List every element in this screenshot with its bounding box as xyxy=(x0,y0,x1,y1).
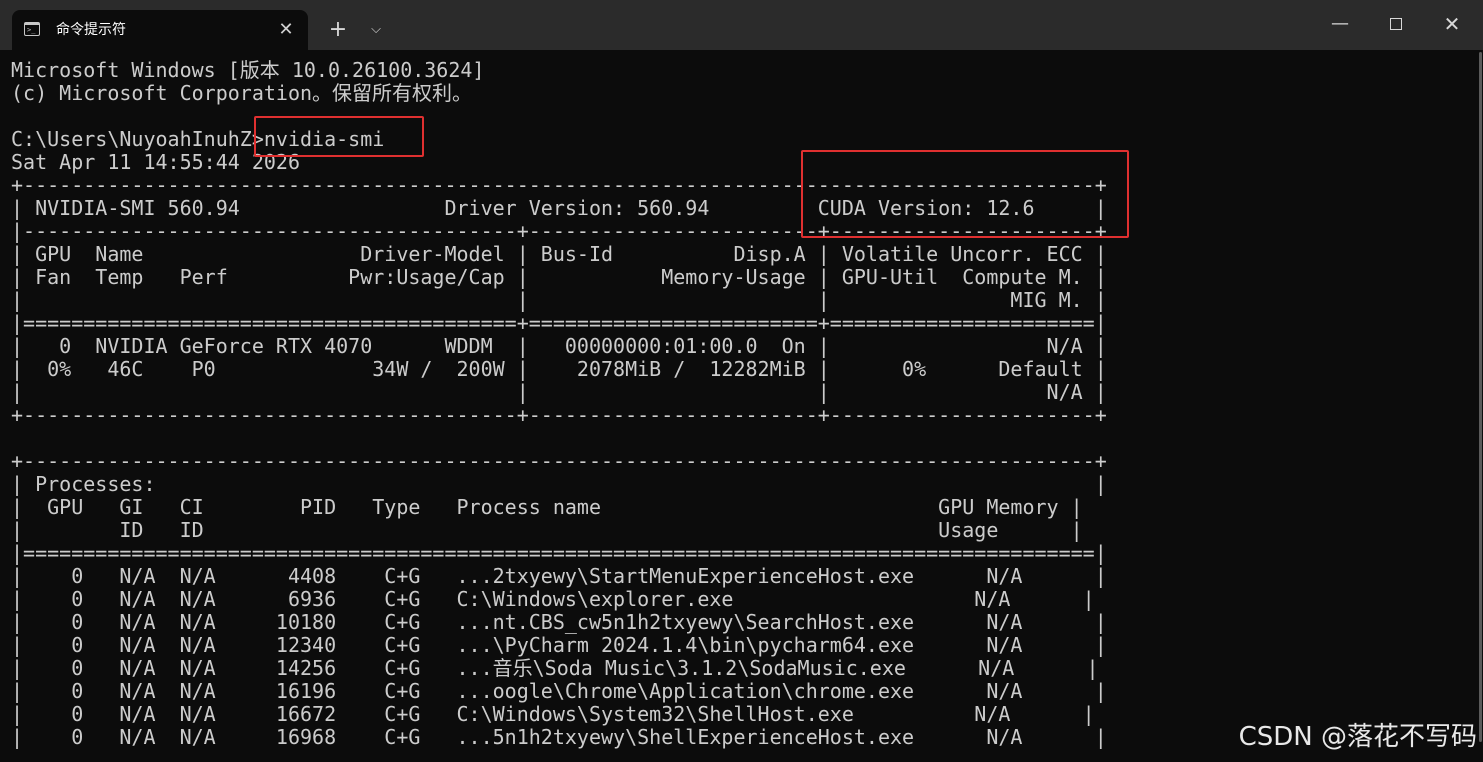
terminal-line: Sat Apr 11 14:55:44 2026 xyxy=(11,150,300,174)
new-tab-button[interactable]: + xyxy=(322,14,354,46)
chevron-down-icon[interactable]: ⌵ xyxy=(362,16,390,44)
tab-command-prompt[interactable]: >_ 命令提示符 ✕ xyxy=(12,10,308,50)
terminal-line: |=======================================… xyxy=(11,311,1107,335)
command-highlight-box xyxy=(254,116,424,157)
terminal-output[interactable]: Microsoft Windows [版本 10.0.26100.3624] (c… xyxy=(11,59,1461,749)
terminal-line: | NVIDIA-SMI 560.94 Driver Version: 560.… xyxy=(11,196,1107,220)
terminal-line: | | | N/A | xyxy=(11,380,1107,404)
close-tab-icon[interactable]: ✕ xyxy=(274,18,298,42)
terminal-line: | 0 N/A N/A 12340 C+G ...\PyCharm 2024.1… xyxy=(11,633,1107,657)
terminal-line: | ID ID Usage | xyxy=(11,518,1083,542)
maximize-button[interactable] xyxy=(1376,8,1416,40)
terminal-line: | Fan Temp Perf Pwr:Usage/Cap | Memory-U… xyxy=(11,265,1107,289)
scrollbar-thumb[interactable] xyxy=(1479,52,1482,742)
tab-title: 命令提示符 xyxy=(56,22,126,38)
terminal-line: +---------------------------------------… xyxy=(11,403,1107,427)
terminal-line: | GPU GI CI PID Type Process name GPU Me… xyxy=(11,495,1083,519)
title-bar[interactable]: >_ 命令提示符 ✕ + ⌵ — ✕ xyxy=(0,0,1483,50)
terminal-line: | GPU Name Driver-Model | Bus-Id Disp.A … xyxy=(11,242,1107,266)
close-window-button[interactable]: ✕ xyxy=(1432,8,1472,40)
terminal-line: | 0% 46C P0 34W / 200W | 2078MiB / 12282… xyxy=(11,357,1107,381)
cmd-icon: >_ xyxy=(24,22,40,36)
terminal-window: >_ 命令提示符 ✕ + ⌵ — ✕ Microsoft Windows [版本… xyxy=(0,0,1483,762)
cuda-version-highlight-box xyxy=(801,150,1129,238)
terminal-line: | 0 N/A N/A 10180 C+G ...nt.CBS_cw5n1h2t… xyxy=(11,610,1107,634)
terminal-line: +---------------------------------------… xyxy=(11,173,1107,197)
terminal-line: +---------------------------------------… xyxy=(11,449,1107,473)
terminal-line: | 0 N/A N/A 16196 C+G ...oogle\Chrome\Ap… xyxy=(11,679,1107,703)
terminal-line: | 0 N/A N/A 4408 C+G ...2txyewy\StartMen… xyxy=(11,564,1107,588)
watermark: CSDN @落花不写码 xyxy=(1238,722,1477,752)
terminal-line: | 0 N/A N/A 6936 C+G C:\Windows\explorer… xyxy=(11,587,1095,611)
terminal-line: | 0 N/A N/A 14256 C+G ...音乐\Soda Music\3… xyxy=(11,656,1099,680)
terminal-line: | | | MIG M. | xyxy=(11,288,1107,312)
terminal-line: |=======================================… xyxy=(11,541,1107,565)
terminal-line: |---------------------------------------… xyxy=(11,219,1107,243)
terminal-line: (c) Microsoft Corporation。保留所有权利。 xyxy=(11,81,473,105)
terminal-line: C:\Users\NuyoahInuhZ>nvidia-smi xyxy=(11,127,385,151)
terminal-line: | 0 NVIDIA GeForce RTX 4070 WDDM | 00000… xyxy=(11,334,1107,358)
terminal-line: | Processes: | xyxy=(11,472,1107,496)
terminal-line: Microsoft Windows [版本 10.0.26100.3624] xyxy=(11,58,485,82)
maximize-icon xyxy=(1390,18,1402,30)
minimize-button[interactable]: — xyxy=(1320,8,1360,40)
